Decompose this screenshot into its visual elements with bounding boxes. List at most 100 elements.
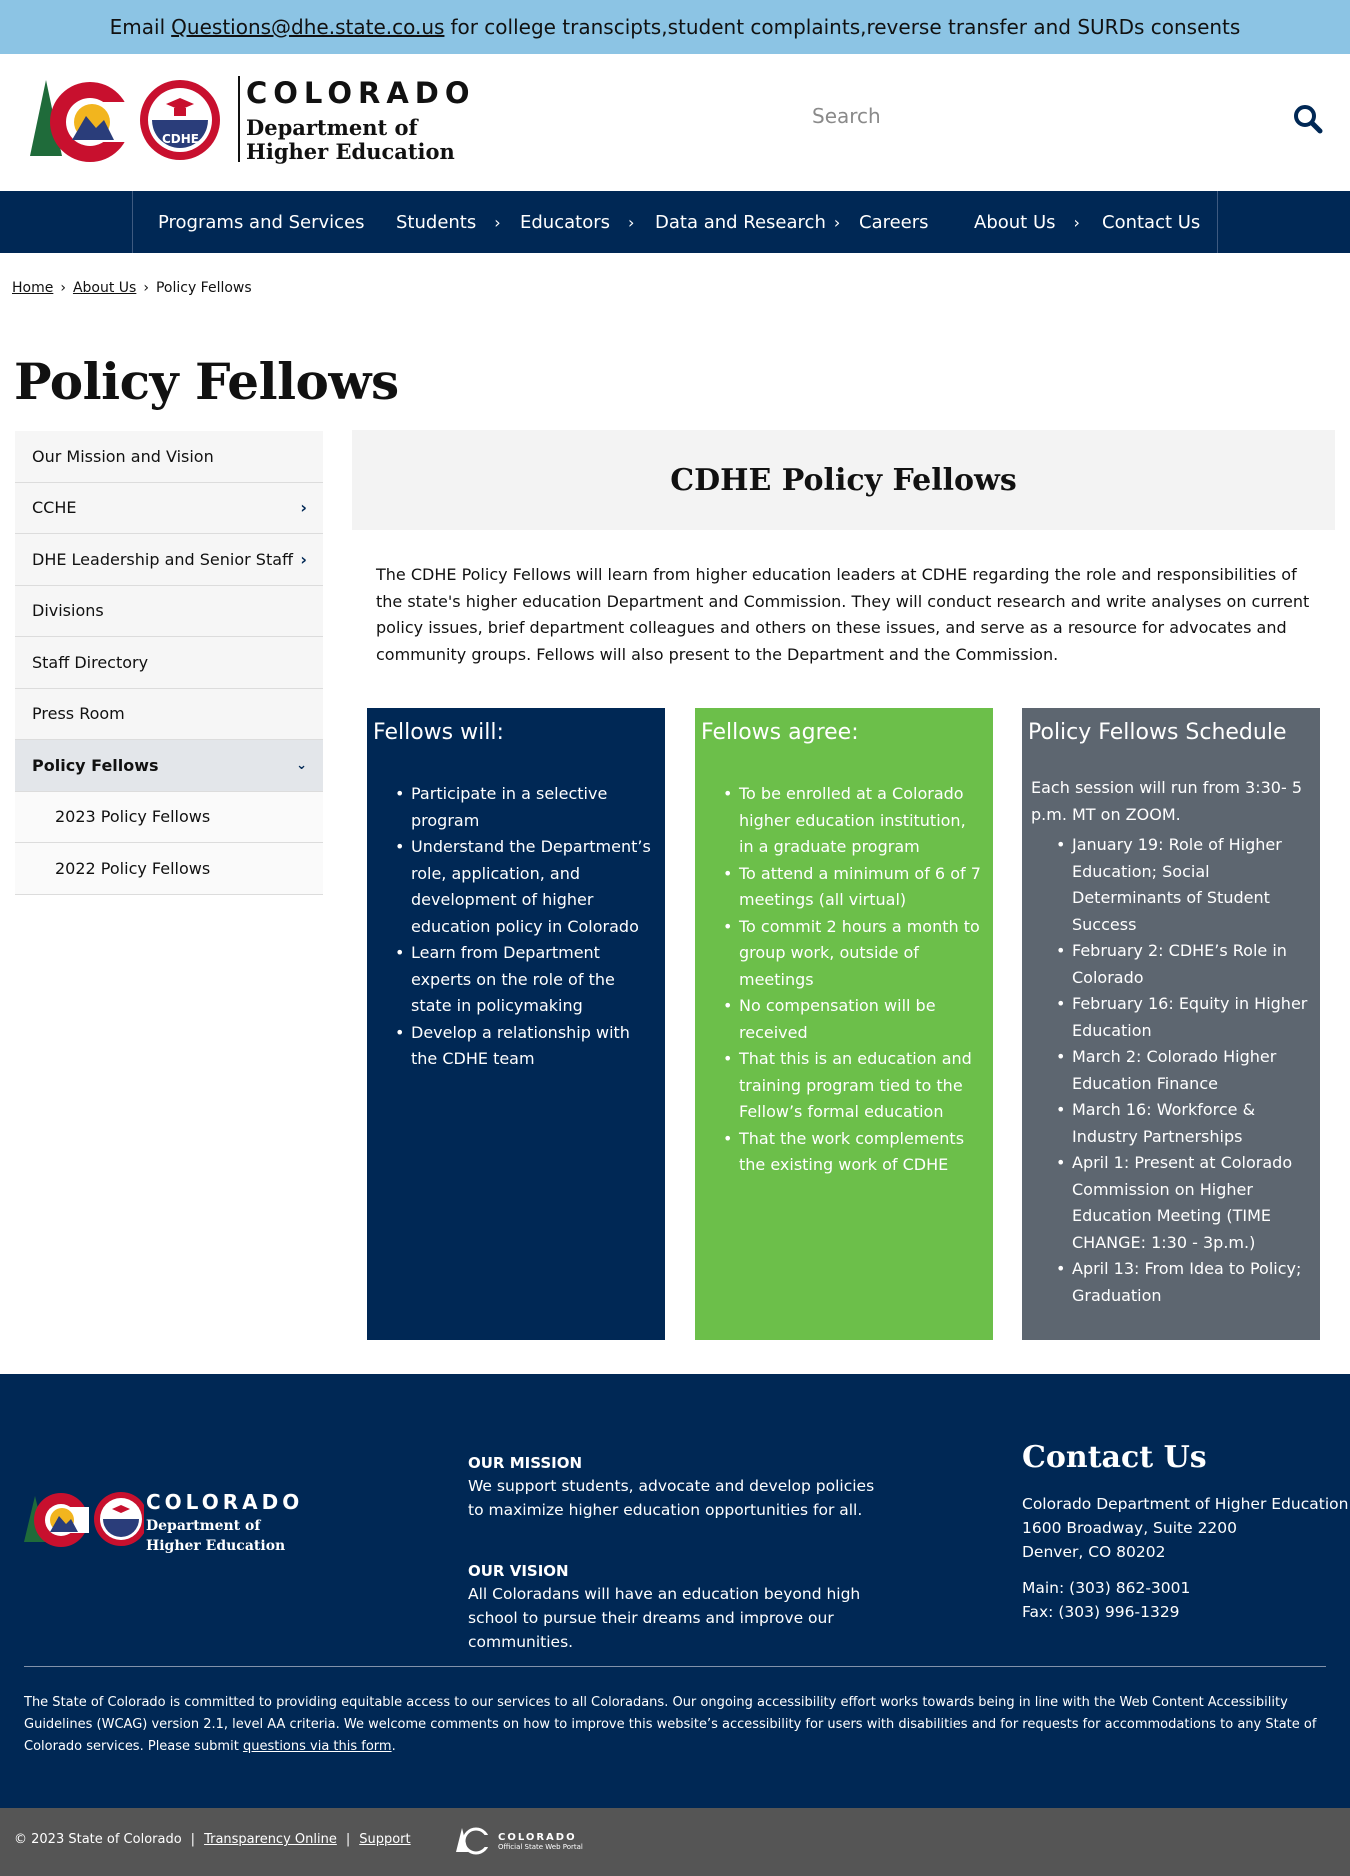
accessibility-form-link[interactable]: questions via this form [243, 1739, 392, 1754]
card-title: Fellows will: [373, 720, 504, 745]
alert-banner: Email Questions@dhe.state.co.us for coll… [0, 0, 1350, 54]
state-portal-logo[interactable]: COLORADO Official State Web Portal [456, 1826, 583, 1856]
list-item: April 13: From Idea to Policy; Graduatio… [1056, 1256, 1310, 1309]
site-header: CDHE COLORADO Department of Higher Educa… [0, 54, 1350, 191]
site-footer: COLORADO Department of Higher Education … [0, 1374, 1350, 1808]
portal-line1: COLORADO [498, 1831, 577, 1843]
nav-programs-and-services[interactable]: Programs and Services [158, 191, 365, 253]
logo-dept-line2: Higher Education [246, 139, 455, 164]
footer-divider [24, 1666, 1326, 1667]
breadcrumb-home[interactable]: Home [12, 280, 53, 296]
nav-careers[interactable]: Careers [859, 191, 929, 253]
breadcrumb-about-us[interactable]: About Us [73, 280, 136, 296]
sidebar-item-label: Our Mission and Vision [32, 446, 214, 466]
nav-educators[interactable]: Educators › [520, 191, 634, 253]
nav-label: Educators [520, 211, 610, 233]
sidebar-item-mission-vision[interactable]: Our Mission and Vision [15, 431, 323, 483]
chevron-right-icon: › [627, 212, 635, 232]
list-item: Participate in a selective program [395, 781, 655, 834]
logo-wordmark: COLORADO Department of Higher Education [238, 76, 476, 164]
footer-contact-line1: Colorado Department of Higher Education [1022, 1495, 1349, 1513]
nav-label: Programs and Services [158, 211, 365, 233]
footer-main-phone[interactable]: Main: (303) 862-3001 [1022, 1576, 1190, 1600]
sidebar-item-cche[interactable]: CCHE › [15, 482, 323, 534]
footer-fax: Fax: (303) 996-1329 [1022, 1603, 1180, 1621]
chevron-right-icon[interactable]: › [300, 550, 307, 569]
list-item: March 2: Colorado Higher Education Finan… [1056, 1044, 1310, 1097]
sidebar-item-label: 2023 Policy Fellows [55, 807, 211, 827]
main-nav-inner: Programs and Services Students › Educato… [132, 191, 1218, 253]
alert-suffix: for college transcipts,student complaint… [450, 15, 1241, 39]
search-icon[interactable] [1293, 104, 1323, 134]
chevron-right-icon[interactable]: › [300, 498, 307, 517]
list-item: Develop a relationship with the CDHE tea… [395, 1020, 655, 1073]
nav-contact-us[interactable]: Contact Us [1102, 191, 1200, 253]
sidebar-nav: Our Mission and Vision CCHE › DHE Leader… [15, 431, 323, 895]
fellows-agree-card: Fellows agree: To be enrolled at a Color… [695, 708, 993, 1340]
transparency-link[interactable]: Transparency Online [204, 1832, 337, 1847]
list-item: No compensation will be received [723, 993, 983, 1046]
footer-vision-text: All Coloradans will have an education be… [468, 1585, 861, 1651]
sidebar-item-staff-directory[interactable]: Staff Directory [15, 637, 323, 689]
accessibility-text: The State of Colorado is committed to pr… [24, 1695, 1317, 1754]
sidebar-item-leadership[interactable]: DHE Leadership and Senior Staff › [15, 534, 323, 586]
fellows-will-card: Fellows will: Participate in a selective… [367, 708, 665, 1340]
nav-label: Careers [859, 211, 929, 233]
nav-label: Contact Us [1102, 211, 1201, 233]
sidebar-item-label: Policy Fellows [32, 755, 159, 775]
logo-state-name: COLORADO [246, 76, 476, 110]
breadcrumb-separator: › [60, 280, 66, 296]
list-item: To commit 2 hours a month to group work,… [723, 914, 983, 994]
cdhe-logo[interactable]: CDHE COLORADO Department of Higher Educa… [28, 76, 488, 168]
list-item: Understand the Department’s role, applic… [395, 834, 655, 940]
sidebar-item-label: 2022 Policy Fellows [55, 858, 211, 878]
portal-line2: Official State Web Portal [498, 1842, 583, 1851]
list-item: To be enrolled at a Colorado higher educ… [723, 781, 983, 861]
footer-wordmark: COLORADO Department of Higher Education [146, 1490, 303, 1554]
intro-paragraph: The CDHE Policy Fellows will learn from … [376, 565, 1310, 664]
breadcrumb-separator: › [143, 280, 149, 296]
list-item: March 16: Workforce & Industry Partnersh… [1056, 1097, 1310, 1150]
breadcrumb-current: Policy Fellows [155, 280, 252, 296]
footer-vision-heading: OUR VISION [468, 1562, 569, 1580]
sidebar-item-policy-fellows[interactable]: Policy Fellows ⌄ [15, 740, 323, 792]
sidebar-item-divisions[interactable]: Divisions [15, 585, 323, 637]
nav-label: Students [396, 211, 477, 233]
list-item: January 19: Role of Higher Education; So… [1056, 832, 1310, 938]
portal-text: COLORADO Official State Web Portal [498, 1832, 583, 1851]
card-list: Participate in a selective program Under… [367, 781, 665, 1073]
nav-label: Data and Research [655, 211, 826, 233]
sidebar-item-label: DHE Leadership and Senior Staff [32, 549, 294, 569]
nav-data-and-research[interactable]: Data and Research › [655, 191, 840, 253]
accessibility-end: . [391, 1739, 396, 1754]
list-item: That this is an education and training p… [723, 1046, 983, 1126]
list-item: Learn from Department experts on the rol… [395, 940, 655, 1020]
list-item: To attend a minimum of 6 of 7 meetings (… [723, 861, 983, 914]
sidebar-item-2023-fellows[interactable]: 2023 Policy Fellows [15, 791, 323, 843]
copyright: © 2023 State of Colorado [14, 1832, 182, 1847]
list-item: February 16: Equity in Higher Education [1056, 991, 1310, 1044]
nav-label: About Us [974, 211, 1056, 233]
schedule-card: Policy Fellows Schedule Each session wil… [1022, 708, 1320, 1340]
bottom-bar: © 2023 State of Colorado | Transparency … [0, 1808, 1350, 1876]
list-item: That the work complements the existing w… [723, 1126, 983, 1179]
sidebar-item-2022-fellows[interactable]: 2022 Policy Fellows [15, 843, 323, 895]
main-nav: Programs and Services Students › Educato… [0, 191, 1350, 253]
sidebar-item-label: Staff Directory [32, 652, 149, 672]
schedule-lead: Each session will run from 3:30- 5 p.m. … [1031, 778, 1302, 824]
bottom-links: © 2023 State of Colorado | Transparency … [14, 1832, 411, 1847]
card-list: To be enrolled at a Colorado higher educ… [695, 781, 993, 1179]
chevron-down-icon[interactable]: ⌄ [296, 758, 307, 773]
search-input[interactable] [800, 94, 1280, 138]
sidebar-item-press-room[interactable]: Press Room [15, 688, 323, 740]
sidebar-item-label: CCHE [32, 498, 77, 518]
logo-dept-line1: Department of [246, 115, 418, 140]
page-title: Policy Fellows [14, 352, 399, 411]
footer-dept-line2: Higher Education [146, 1538, 286, 1554]
footer-mission-heading: OUR MISSION [468, 1454, 583, 1472]
alert-email-link[interactable]: Questions@dhe.state.co.us [171, 15, 444, 39]
support-link[interactable]: Support [359, 1832, 410, 1847]
list-item: April 1: Present at Colorado Commission … [1056, 1150, 1310, 1256]
nav-about-us[interactable]: About Us › [974, 191, 1080, 253]
nav-students[interactable]: Students › [396, 191, 501, 253]
